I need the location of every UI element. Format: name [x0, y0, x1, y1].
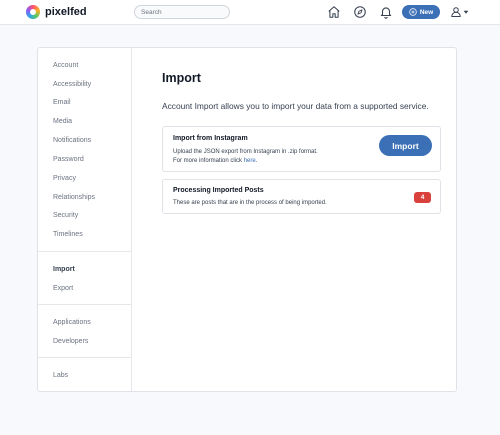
- processing-count-badge: 4: [414, 192, 431, 203]
- sidebar-item-account[interactable]: Account: [53, 61, 78, 70]
- sidebar-item-accessibility[interactable]: Accessibility: [53, 80, 91, 89]
- sidebar-item-password[interactable]: Password: [53, 155, 84, 164]
- settings-card: Account Accessibility Email Media Notifi…: [37, 47, 457, 392]
- sidebar-item-developers[interactable]: Developers: [53, 337, 88, 346]
- top-navbar: pixelfed New: [0, 0, 500, 25]
- info-text: For more information click: [173, 158, 244, 164]
- import-button[interactable]: Import: [379, 135, 432, 156]
- instagram-import-info: For more information click here.: [173, 156, 257, 166]
- sidebar-divider: [38, 357, 131, 358]
- settings-sidebar: Account Accessibility Email Media Notifi…: [38, 48, 132, 391]
- search-input[interactable]: [134, 5, 230, 19]
- caret-down-icon: [463, 10, 469, 14]
- user-icon: [451, 7, 461, 17]
- more-info-link[interactable]: here: [244, 158, 256, 164]
- import-intro-text: Account Import allows you to import your…: [162, 101, 429, 111]
- import-content: Import Account Import allows you to impo…: [132, 48, 456, 391]
- sidebar-item-security[interactable]: Security: [53, 211, 78, 220]
- sidebar-divider: [38, 304, 131, 305]
- new-post-button[interactable]: New: [402, 5, 440, 19]
- page-title: Import: [162, 71, 201, 85]
- compass-icon[interactable]: [353, 5, 367, 19]
- new-button-label: New: [419, 8, 434, 16]
- sidebar-divider: [38, 251, 131, 252]
- processing-imports-panel[interactable]: Processing Imported Posts These are post…: [162, 179, 441, 214]
- sidebar-item-privacy[interactable]: Privacy: [53, 174, 76, 183]
- sidebar-item-labs[interactable]: Labs: [53, 371, 68, 380]
- plus-circle-icon: [409, 8, 417, 16]
- instagram-import-panel: Import from Instagram Upload the JSON ex…: [162, 126, 441, 172]
- info-text-suffix: .: [255, 158, 258, 164]
- sidebar-item-applications[interactable]: Applications: [53, 318, 91, 327]
- sidebar-item-export[interactable]: Export: [53, 284, 73, 293]
- processing-imports-title: Processing Imported Posts: [173, 187, 264, 194]
- brand-name[interactable]: pixelfed: [45, 5, 87, 19]
- sidebar-item-notifications[interactable]: Notifications: [53, 136, 91, 145]
- sidebar-item-media[interactable]: Media: [53, 117, 72, 126]
- pixelfed-logo[interactable]: [26, 5, 40, 19]
- sidebar-item-email[interactable]: Email: [53, 98, 71, 107]
- sidebar-item-relationships[interactable]: Relationships: [53, 193, 95, 202]
- bell-icon[interactable]: [379, 5, 393, 19]
- home-icon[interactable]: [327, 5, 341, 19]
- user-menu[interactable]: [450, 5, 470, 19]
- processing-imports-description: These are posts that are in the process …: [173, 200, 327, 206]
- sidebar-item-timelines[interactable]: Timelines: [53, 230, 83, 239]
- sidebar-item-import[interactable]: Import: [53, 265, 75, 274]
- instagram-import-title: Import from Instagram: [173, 135, 248, 142]
